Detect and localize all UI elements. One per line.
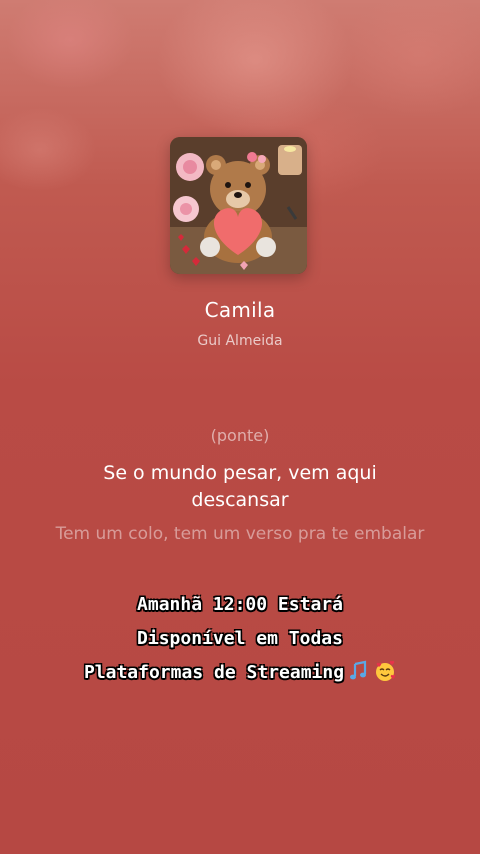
music-notes-icon [350,660,367,680]
teddy-bear-heart-icon [170,137,307,274]
caption-line-1: Amanhã 12:00 Estará [137,594,343,615]
lyric-current-line[interactable]: Se o mundo pesar, vem aqui descansar [60,460,420,514]
release-announcement-caption: Amanhã 12:00 Estará Disponível em Todas … [20,588,460,690]
caption-line-3: Plataformas de Streaming [83,662,345,683]
album-cover[interactable] [170,137,307,274]
caption-line-2: Disponível em Todas [137,628,343,649]
smiling-hearts-icon [376,660,396,681]
caption-line-3-wrap: Plataformas de Streaming [20,656,460,690]
artist-name[interactable]: Gui Almeida [0,333,480,349]
lyric-section-tag: (ponte) [210,426,270,445]
song-title: Camila [204,298,276,322]
lyric-next-line[interactable]: Tem um colo, tem um verso pra te embalar [50,522,430,566]
